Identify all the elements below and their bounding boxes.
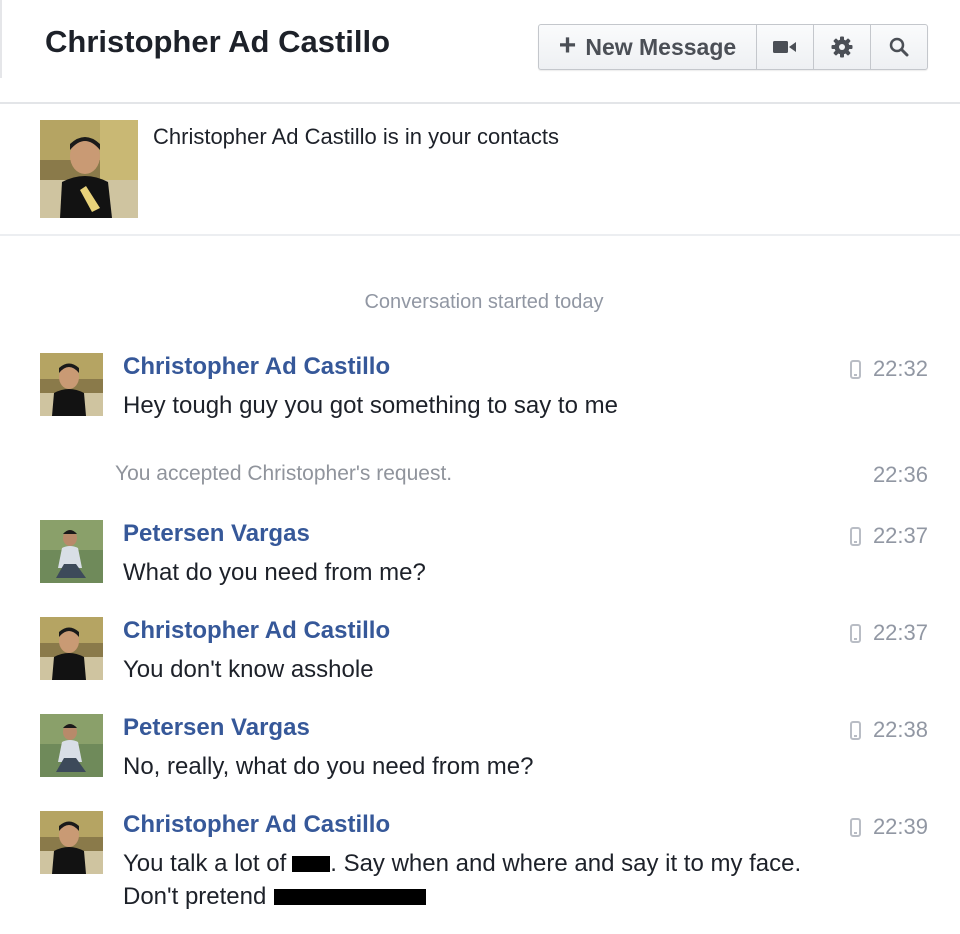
sender-name[interactable]: Petersen Vargas	[123, 520, 310, 548]
redaction-bar	[292, 856, 331, 872]
message-timestamp: 22:37	[849, 523, 928, 549]
contact-status-text: Christopher Ad Castillo is in your conta…	[153, 124, 559, 149]
avatar[interactable]	[40, 714, 103, 777]
mobile-phone-icon	[849, 720, 861, 740]
request-accepted-event: You accepted Christopher's request.	[115, 462, 453, 485]
sender-name[interactable]: Christopher Ad Castillo	[123, 617, 390, 645]
message-text-part: You talk a lot of	[123, 850, 287, 877]
timestamp-text: 22:39	[872, 814, 928, 839]
mobile-phone-icon	[849, 817, 861, 837]
message-timestamp: 22:37	[849, 620, 928, 646]
search-button[interactable]	[871, 25, 927, 69]
sender-name[interactable]: Petersen Vargas	[123, 714, 310, 742]
header-toolbar: + New Message	[538, 24, 928, 70]
sender-name[interactable]: Christopher Ad Castillo	[123, 353, 390, 381]
settings-button[interactable]	[814, 25, 871, 69]
contact-avatar[interactable]	[40, 120, 138, 218]
sender-name[interactable]: Christopher Ad Castillo	[123, 811, 390, 839]
timestamp-text: 22:38	[872, 717, 928, 742]
message-timestamp: 22:38	[849, 717, 928, 743]
conversation-started-label: Conversation started today	[364, 291, 604, 313]
message-text: What do you need from me?	[123, 559, 426, 586]
search-icon	[889, 37, 909, 57]
video-camera-icon	[773, 41, 796, 53]
conversation-header: Christopher Ad Castillo + New Message	[0, 0, 960, 104]
new-message-label: New Message	[585, 33, 737, 60]
mobile-phone-icon	[849, 526, 861, 546]
conversation-title: Christopher Ad Castillo	[45, 24, 391, 59]
timestamp-text: 22:37	[872, 620, 928, 645]
avatar[interactable]	[40, 811, 103, 874]
contact-banner: Christopher Ad Castillo is in your conta…	[0, 104, 960, 236]
new-message-button[interactable]: + New Message	[539, 25, 757, 69]
avatar[interactable]	[40, 520, 103, 583]
message-timestamp: 22:39	[849, 814, 928, 840]
mobile-phone-icon	[849, 359, 861, 379]
video-call-button[interactable]	[757, 25, 814, 69]
message-timestamp: 22:32	[849, 356, 928, 382]
timestamp-text: 22:37	[872, 523, 928, 548]
message-text: You talk a lot of. Say when and where an…	[123, 847, 813, 913]
mobile-phone-icon	[849, 623, 861, 643]
timestamp-text: 22:32	[872, 356, 928, 381]
event-timestamp: 22:36	[872, 462, 928, 487]
message-text: You don't know asshole	[123, 656, 374, 683]
message-text: No, really, what do you need from me?	[123, 753, 534, 780]
plus-icon: +	[558, 28, 577, 62]
message-text: Hey tough guy you got something to say t…	[123, 392, 618, 419]
messenger-window: Christopher Ad Castillo + New Message Ch…	[0, 0, 960, 934]
avatar[interactable]	[40, 617, 103, 680]
gear-icon	[831, 36, 853, 58]
redaction-bar	[274, 889, 427, 905]
avatar[interactable]	[40, 353, 103, 416]
